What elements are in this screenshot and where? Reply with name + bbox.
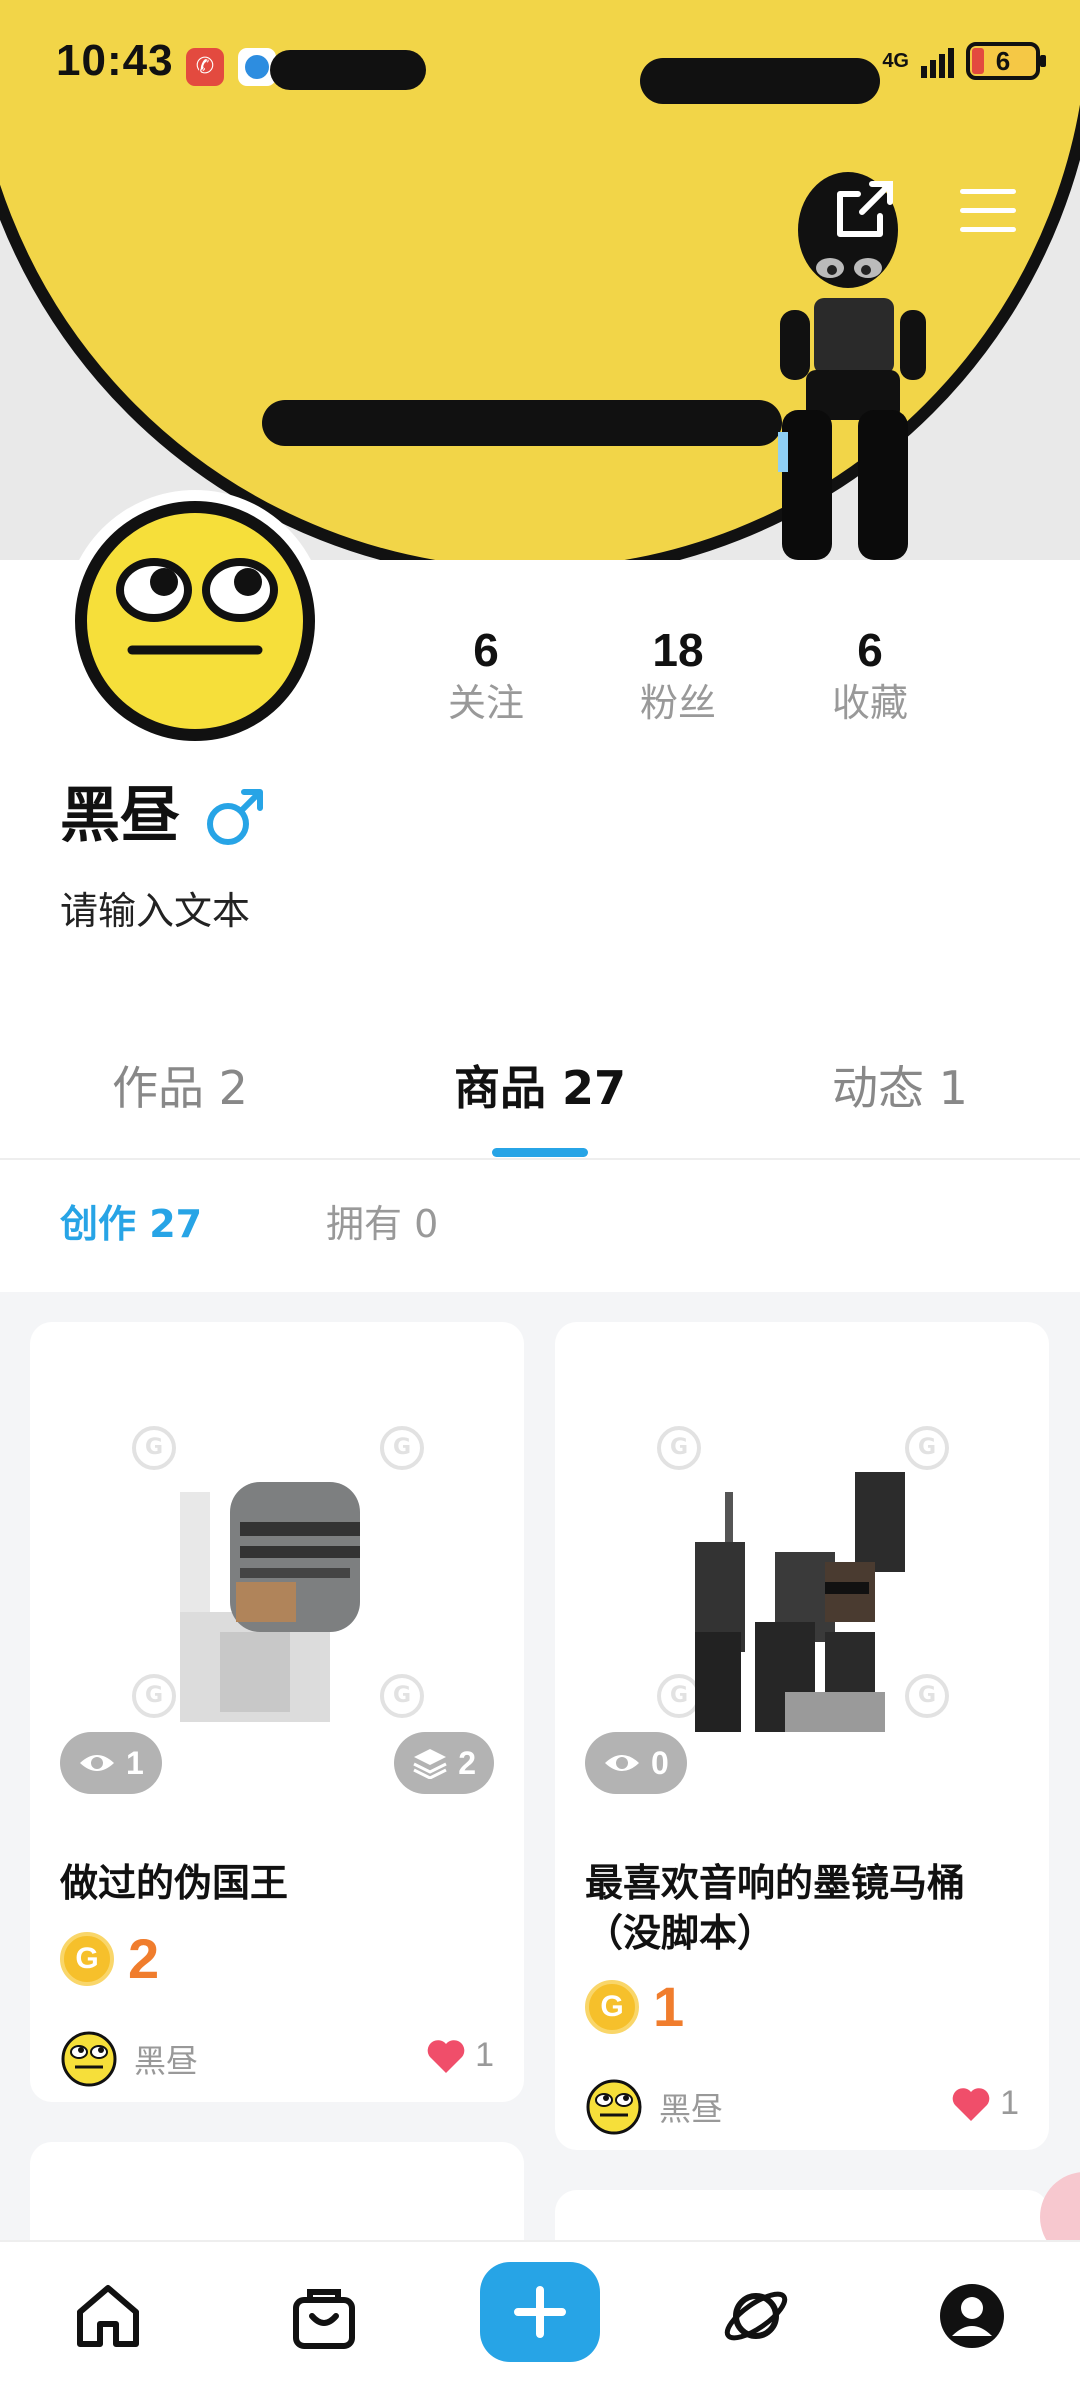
plus-icon [514, 2286, 566, 2338]
like-count[interactable]: 1 [425, 2036, 494, 2075]
heart-icon [952, 2087, 990, 2121]
profile-icon [940, 2284, 1004, 2348]
nav-home[interactable] [68, 2276, 148, 2356]
product-grid: 1 2 做过的伪国王 G 2 黑昼 1 [0, 1292, 1080, 2242]
view-count-badge: 1 [60, 1732, 162, 1794]
eye-icon [80, 1755, 114, 1771]
author-avatar [61, 2031, 117, 2087]
planet-icon [724, 2291, 788, 2341]
stat-label: 关注 [447, 681, 524, 725]
layers-icon [413, 1749, 447, 1779]
watermark-icon [132, 1426, 176, 1470]
author-name: 黑昼 [659, 2090, 724, 2128]
tab-works[interactable]: 作品 2 [0, 1052, 360, 1124]
author-avatar [586, 2079, 642, 2135]
bottom-nav [0, 2240, 1080, 2388]
product-title: 做过的伪国王 [60, 1861, 289, 1905]
product-image [555, 1322, 1049, 1802]
stat-label: 粉丝 [639, 681, 716, 725]
likes-value: 1 [1000, 2084, 1019, 2122]
status-time: 10:43 [56, 36, 174, 85]
layer-count-badge: 2 [394, 1732, 494, 1794]
signal-icon [921, 44, 954, 78]
subtab-created[interactable]: 创作 27 [60, 1198, 202, 1250]
product-image [30, 1322, 524, 1802]
product-price: G 2 [60, 1926, 159, 1991]
status-redaction-bar [270, 50, 426, 90]
user-name: 黑昼 [60, 781, 180, 851]
watermark-icon [132, 1674, 176, 1718]
view-count-badge: 0 [585, 1732, 687, 1794]
layer-count: 2 [458, 1744, 476, 1781]
nav-shop[interactable] [284, 2276, 364, 2356]
shop-bag-icon [293, 2289, 355, 2349]
main-tabs: 作品 2 商品 27 动态 1 [0, 1052, 1080, 1160]
subtab-owned[interactable]: 拥有 0 [326, 1198, 438, 1250]
coin-icon: G [585, 1979, 639, 2034]
product-price: G 1 [585, 1974, 684, 2039]
menu-icon [960, 188, 1016, 194]
like-count[interactable]: 1 [950, 2084, 1019, 2123]
stat-label: 收藏 [831, 681, 908, 725]
product-card[interactable] [30, 2142, 524, 2242]
watermark-icon [657, 1426, 701, 1470]
tab-products[interactable]: 商品 27 [360, 1052, 720, 1124]
coin-icon: G [60, 1931, 114, 1986]
stat-following[interactable]: 6 关注 [406, 622, 566, 728]
stat-value: 6 [857, 624, 883, 676]
network-type: 4G [882, 49, 909, 72]
male-icon [207, 789, 263, 845]
tab-indicator [492, 1148, 588, 1157]
nav-explore[interactable] [716, 2276, 796, 2356]
watermark-icon [380, 1426, 424, 1470]
watermark-icon [380, 1674, 424, 1718]
sub-tabs: 创作 27 拥有 0 [0, 1160, 1080, 1292]
product-author[interactable]: 黑昼 [585, 2078, 723, 2136]
status-bar: 10:43 ✆ 4G 6 [0, 30, 1080, 100]
product-card[interactable]: 0 最喜欢音响的墨镜马桶（没脚本） G 1 黑昼 1 [555, 1322, 1049, 2150]
product-card[interactable]: 1 2 做过的伪国王 G 2 黑昼 1 [30, 1322, 524, 2102]
menu-button[interactable] [950, 172, 1026, 248]
pixel-art-toilet-knight [180, 1482, 360, 1722]
banner-redaction-bar [262, 400, 782, 446]
tab-activity[interactable]: 动态 1 [720, 1052, 1080, 1124]
price-value: 1 [653, 1975, 685, 2038]
stat-favorites[interactable]: 6 收藏 [790, 622, 950, 728]
likes-value: 1 [475, 2036, 494, 2074]
stat-value: 18 [652, 624, 704, 676]
view-count: 0 [651, 1744, 669, 1781]
profile-banner: 10:43 ✆ 4G 6 [0, 0, 1080, 560]
home-icon [77, 2285, 139, 2347]
pixel-art-speaker-toilet [695, 1472, 905, 1732]
share-button[interactable] [826, 172, 902, 248]
battery-icon: 6 [966, 42, 1046, 80]
price-value: 2 [128, 1927, 160, 1990]
view-count: 1 [126, 1744, 144, 1781]
stat-value: 6 [473, 624, 499, 676]
share-icon [837, 181, 893, 237]
missed-call-icon: ✆ [186, 48, 224, 86]
floating-sticker[interactable] [1040, 2172, 1080, 2242]
eye-icon [605, 1755, 639, 1771]
product-card[interactable] [555, 2190, 1049, 2242]
create-button[interactable] [480, 2262, 600, 2362]
user-bio: 请输入文本 [60, 889, 251, 933]
product-author[interactable]: 黑昼 [60, 2030, 198, 2088]
watermark-icon [905, 1426, 949, 1470]
stat-followers[interactable]: 18 粉丝 [598, 622, 758, 728]
product-title: 最喜欢音响的墨镜马桶（没脚本） [585, 1861, 966, 1955]
battery-level: 6 [995, 45, 1011, 76]
heart-icon [427, 2039, 465, 2073]
nav-profile[interactable] [932, 2276, 1012, 2356]
profile-stats: 6 关注 18 粉丝 6 收藏 [0, 622, 1080, 732]
author-name: 黑昼 [134, 2042, 199, 2080]
